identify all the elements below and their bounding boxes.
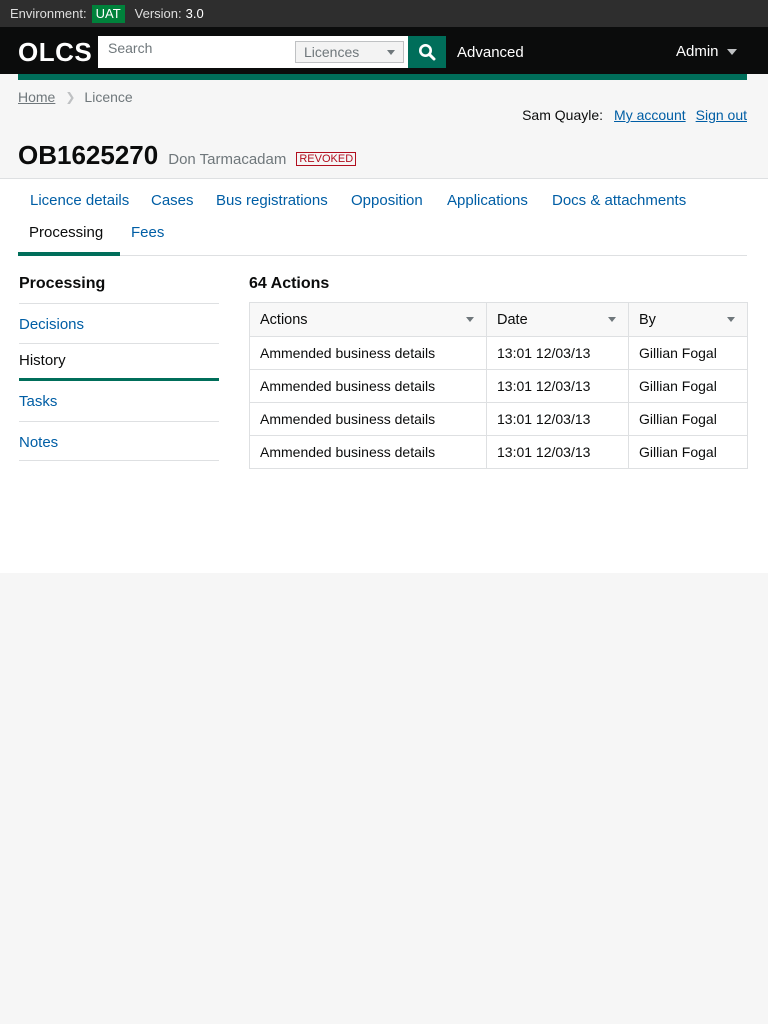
sort-icon (466, 317, 474, 322)
actions-table: Actions Date By Ammended business detail… (249, 302, 748, 469)
table-title: 64 Actions (249, 275, 330, 292)
cell-date: 13:01 12/03/13 (486, 402, 629, 436)
tab-applications[interactable]: Applications (447, 192, 528, 209)
column-header-label: Actions (260, 311, 308, 328)
licence-number: OB1625270 (18, 140, 159, 170)
admin-menu[interactable]: Admin (676, 43, 737, 60)
tab-opposition[interactable]: Opposition (351, 192, 423, 209)
tab-licence-details[interactable]: Licence details (30, 192, 129, 209)
column-header-label: Date (497, 311, 528, 328)
cell-by: Gillian Fogal (628, 336, 748, 370)
tab-fees[interactable]: Fees (131, 224, 164, 241)
chevron-down-icon (726, 49, 737, 56)
search-scope-select[interactable]: Licences (295, 41, 404, 63)
sort-icon (727, 317, 735, 322)
user-name: Sam Quayle: (522, 107, 604, 123)
search-box: Licences (98, 36, 408, 68)
tab-bus-registrations[interactable]: Bus registrations (216, 192, 328, 209)
tab-processing[interactable]: Processing (29, 224, 103, 241)
admin-label: Admin (676, 43, 719, 60)
cell-date: 13:01 12/03/13 (486, 369, 629, 403)
sign-out-link[interactable]: Sign out (696, 107, 747, 123)
sort-icon (608, 317, 616, 322)
cell-action: Ammended business details (249, 435, 487, 469)
breadcrumb-current: Licence (84, 89, 133, 105)
cell-by: Gillian Fogal (628, 435, 748, 469)
version-label: Version: (134, 6, 182, 21)
table-row: Ammended business details 13:01 12/03/13… (249, 369, 748, 403)
table-row: Ammended business details 13:01 12/03/13… (249, 336, 748, 370)
page-title: OB1625270 Don Tarmacadam REVOKED (18, 140, 357, 171)
sidebar-item-tasks[interactable]: Tasks (19, 381, 219, 421)
operator-name: Don Tarmacadam (168, 151, 287, 168)
cell-by: Gillian Fogal (628, 402, 748, 436)
environment-bar: Environment: UAT Version: 3.0 (0, 0, 768, 27)
tab-cases[interactable]: Cases (151, 192, 194, 209)
table-header-row: Actions Date By (249, 302, 748, 337)
user-bar: Sam Quayle: My account Sign out (522, 107, 747, 123)
sidebar-title: Processing (19, 275, 106, 292)
cell-action: Ammended business details (249, 369, 487, 403)
sidebar-item-notes[interactable]: Notes (19, 421, 219, 461)
cell-action: Ammended business details (249, 402, 487, 436)
column-header-by[interactable]: By (628, 302, 748, 337)
advanced-search-link[interactable]: Advanced (457, 44, 524, 61)
table-row: Ammended business details 13:01 12/03/13… (249, 402, 748, 436)
environment-label: Environment: (10, 6, 87, 21)
column-header-date[interactable]: Date (486, 302, 629, 337)
search-input[interactable] (98, 36, 294, 68)
cell-date: 13:01 12/03/13 (486, 435, 629, 469)
cell-by: Gillian Fogal (628, 369, 748, 403)
breadcrumb-home[interactable]: Home (18, 89, 55, 105)
column-header-actions[interactable]: Actions (249, 302, 487, 337)
chevron-down-icon (387, 50, 395, 55)
table-row: Ammended business details 13:01 12/03/13… (249, 435, 748, 469)
version-value: 3.0 (185, 6, 204, 21)
chevron-right-icon: ❯ (65, 90, 76, 104)
active-tab-indicator (18, 252, 120, 256)
header-divider (18, 74, 747, 80)
olcs-logo[interactable]: OLCS (18, 37, 92, 68)
status-badge: REVOKED (296, 152, 357, 166)
my-account-link[interactable]: My account (614, 107, 686, 123)
search-scope-value: Licences (304, 44, 360, 60)
sidebar-item-decisions[interactable]: Decisions (19, 303, 219, 343)
breadcrumb: Home ❯ Licence (18, 89, 133, 105)
search-icon (419, 44, 436, 61)
cell-action: Ammended business details (249, 336, 487, 370)
sidebar-nav: Decisions History Tasks Notes (19, 303, 219, 461)
column-header-label: By (639, 311, 656, 328)
header: OLCS Licences Advanced Admin (0, 27, 768, 74)
environment-badge: UAT (91, 4, 125, 23)
tab-docs-attachments[interactable]: Docs & attachments (552, 192, 686, 209)
sidebar-item-history[interactable]: History (19, 343, 219, 381)
main-content: Licence details Cases Bus registrations … (0, 178, 768, 573)
tab-bar: Licence details Cases Bus registrations … (18, 179, 747, 256)
cell-date: 13:01 12/03/13 (486, 336, 629, 370)
search-button[interactable] (408, 36, 446, 68)
